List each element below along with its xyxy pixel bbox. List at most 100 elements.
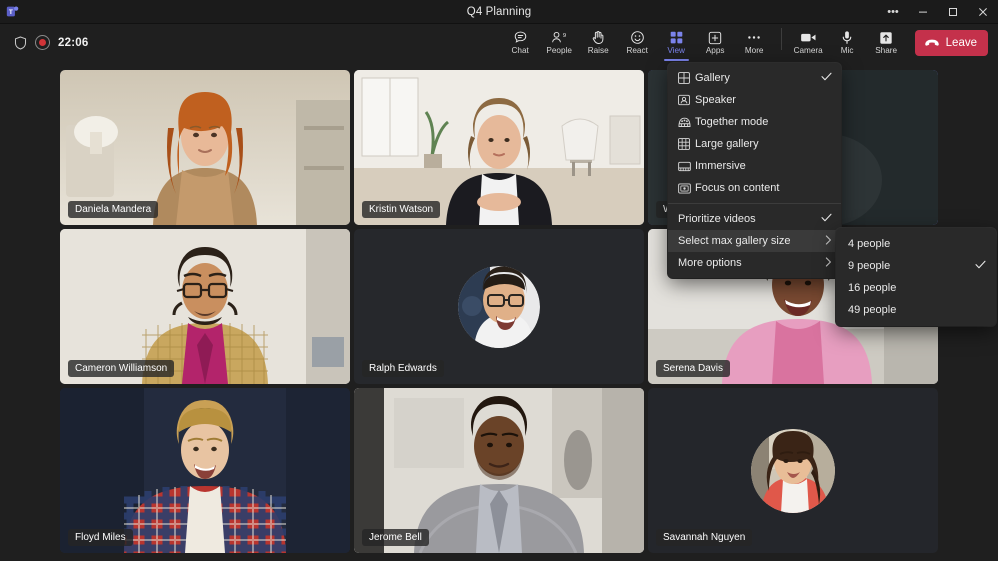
focus-content-icon [678, 182, 695, 195]
toolbar-people-button[interactable]: 9 People [540, 24, 579, 61]
participant-name: Floyd Miles [68, 529, 133, 546]
menu-item-immersive-label: Immersive [695, 160, 832, 172]
together-mode-icon [678, 116, 695, 129]
check-icon [821, 213, 832, 225]
toolbar-camera-label: Camera [794, 46, 823, 55]
menu-item-speaker[interactable]: Speaker [668, 89, 841, 111]
toolbar-view-label: View [667, 46, 685, 55]
participant-tile[interactable]: Jerome Bell [354, 388, 644, 553]
titlebar-more-button[interactable]: ••• [878, 0, 908, 24]
menu-item-large-gallery[interactable]: Large gallery [668, 133, 841, 155]
toolbar-raise-button[interactable]: Raise [579, 24, 618, 61]
submenu-item-9-people-label: 9 people [848, 260, 975, 272]
mic-icon [841, 30, 853, 45]
toolbar-divider [781, 28, 782, 50]
toolbar-mic-label: Mic [841, 46, 854, 55]
close-button[interactable] [968, 0, 998, 24]
maximize-button[interactable] [938, 0, 968, 24]
toolbar-view-button[interactable]: View [657, 24, 696, 61]
toolbar-share-button[interactable]: Share [867, 24, 906, 61]
toolbar-react-button[interactable]: React [618, 24, 657, 61]
menu-item-focus-on-content-label: Focus on content [695, 182, 832, 194]
menu-item-together-mode-label: Together mode [695, 116, 832, 128]
submenu-item-49-people[interactable]: 49 people [836, 299, 996, 321]
gallery-size-submenu: 4 people 9 people 16 people 49 people [836, 228, 996, 326]
toolbar-more-button[interactable]: More [735, 24, 774, 61]
leave-button-label: Leave [946, 37, 977, 49]
title-bar: T Q4 Planning ••• [0, 0, 998, 24]
toolbar-react-label: React [626, 46, 647, 55]
toolbar-apps-button[interactable]: Apps [696, 24, 735, 61]
speaker-person-icon [678, 94, 695, 107]
toolbar-chat-button[interactable]: Chat [501, 24, 540, 61]
participant-name: Jerome Bell [362, 529, 429, 546]
menu-item-prioritize-videos-label: Prioritize videos [678, 213, 821, 225]
toolbar-camera-button[interactable]: Camera [789, 24, 828, 61]
large-gallery-icon [678, 138, 695, 151]
menu-item-prioritize-videos[interactable]: Prioritize videos [668, 208, 841, 230]
toolbar-more-label: More [745, 46, 764, 55]
window-controls: ••• [878, 0, 998, 24]
check-icon [821, 72, 832, 84]
submenu-item-49-people-label: 49 people [848, 304, 986, 316]
share-screen-icon [879, 30, 893, 45]
record-icon [35, 35, 50, 50]
participant-tile[interactable]: Ralph Edwards [354, 229, 644, 384]
toolbar-actions: Chat 9 People Raise React View [501, 24, 998, 61]
meeting-toolbar: 22:06 Chat 9 People Raise React [0, 24, 998, 61]
menu-item-focus-on-content[interactable]: Focus on content [668, 177, 841, 199]
leave-button[interactable]: Leave [915, 30, 988, 56]
view-menu: Gallery Speaker Together mode Large gall… [668, 63, 841, 278]
menu-item-gallery[interactable]: Gallery [668, 67, 841, 89]
toolbar-apps-label: Apps [706, 46, 725, 55]
svg-text:9: 9 [563, 33, 566, 39]
submenu-item-9-people[interactable]: 9 people [836, 255, 996, 277]
people-icon: 9 [551, 30, 567, 45]
menu-item-select-max-gallery-size[interactable]: Select max gallery size [668, 230, 841, 252]
participant-tile[interactable]: Daniela Mandera [60, 70, 350, 225]
menu-divider [668, 203, 841, 204]
check-icon [975, 260, 986, 272]
participant-tile[interactable]: Savannah Nguyen [648, 388, 938, 553]
chat-icon [513, 30, 528, 45]
toolbar-people-label: People [546, 46, 572, 55]
svg-text:T: T [8, 9, 12, 16]
participant-name: Cameron Williamson [68, 360, 174, 377]
participant-tile[interactable]: Floyd Miles [60, 388, 350, 553]
toolbar-mic-button[interactable]: Mic [828, 24, 867, 61]
minimize-button[interactable] [908, 0, 938, 24]
gallery-grid-icon [678, 72, 695, 85]
participant-tile[interactable]: Cameron Williamson [60, 229, 350, 384]
submenu-item-4-people[interactable]: 4 people [836, 233, 996, 255]
menu-item-more-options[interactable]: More options [668, 252, 841, 274]
camera-icon [800, 30, 817, 45]
toolbar-raise-label: Raise [588, 46, 609, 55]
hang-up-icon [924, 38, 940, 48]
avatar [458, 266, 540, 348]
shield-icon[interactable] [14, 36, 27, 50]
toolbar-share-label: Share [875, 46, 897, 55]
menu-item-speaker-label: Speaker [695, 94, 832, 106]
toolbar-status-group: 22:06 [0, 24, 88, 61]
participant-name: Ralph Edwards [362, 360, 444, 377]
participant-tile[interactable]: Kristin Watson [354, 70, 644, 225]
chevron-right-icon [825, 257, 832, 270]
menu-item-large-gallery-label: Large gallery [695, 138, 832, 150]
chevron-right-icon [825, 235, 832, 248]
participant-name: Savannah Nguyen [656, 529, 752, 546]
toolbar-chat-label: Chat [512, 46, 529, 55]
teams-logo-icon: T [0, 0, 24, 24]
immersive-icon [678, 160, 695, 173]
submenu-item-16-people[interactable]: 16 people [836, 277, 996, 299]
view-grid-icon [669, 30, 684, 45]
apps-plus-icon [708, 30, 722, 45]
participant-name: Kristin Watson [362, 201, 440, 218]
participant-name: Daniela Mandera [68, 201, 158, 218]
meeting-timer: 22:06 [58, 37, 88, 49]
react-smiley-icon [630, 30, 645, 45]
menu-item-select-max-gallery-size-label: Select max gallery size [678, 235, 825, 247]
menu-item-together-mode[interactable]: Together mode [668, 111, 841, 133]
raise-hand-icon [591, 30, 605, 45]
menu-item-immersive[interactable]: Immersive [668, 155, 841, 177]
page-title: Q4 Planning [0, 6, 998, 18]
